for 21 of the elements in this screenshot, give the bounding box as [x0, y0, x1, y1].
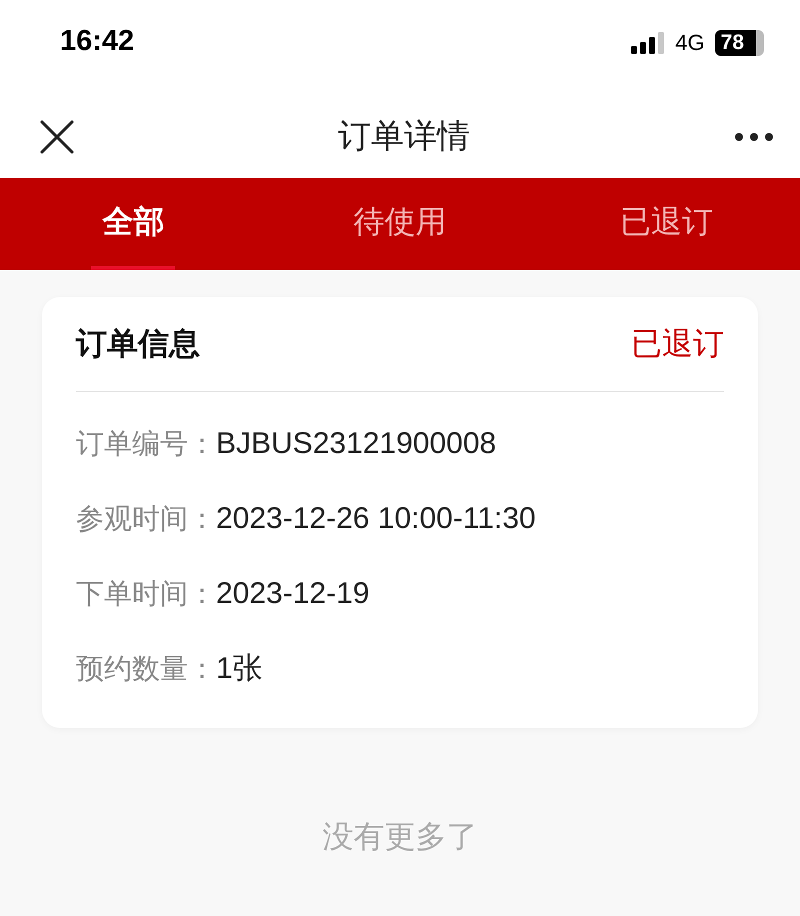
- battery-indicator: 78: [714, 30, 764, 56]
- network-label: 4G: [675, 30, 705, 56]
- field-value: 1张: [216, 651, 263, 687]
- field-value: 2023-12-26 10:00-11:30: [216, 502, 536, 536]
- field-label: 订单编号：: [76, 426, 216, 462]
- field-value: BJBUS23121900008: [216, 426, 496, 460]
- tab[interactable]: 全部: [91, 178, 176, 270]
- end-of-list-text: 没有更多了: [322, 819, 478, 855]
- tab[interactable]: 待使用: [344, 178, 455, 270]
- card-title: 订单信息: [76, 325, 200, 364]
- order-status: 已退订: [631, 325, 724, 364]
- field-label: 下单时间：: [76, 576, 216, 612]
- signal-icon: [631, 32, 666, 54]
- status-time: 16:42: [60, 25, 134, 58]
- field-label: 参观时间：: [76, 500, 216, 536]
- field-label: 预约数量：: [76, 650, 216, 686]
- close-icon[interactable]: [40, 120, 74, 154]
- page-title: 订单详情: [338, 115, 470, 157]
- more-icon[interactable]: [734, 132, 774, 142]
- tab[interactable]: 已退订: [612, 178, 722, 270]
- field-value: 2023-12-19: [216, 576, 370, 610]
